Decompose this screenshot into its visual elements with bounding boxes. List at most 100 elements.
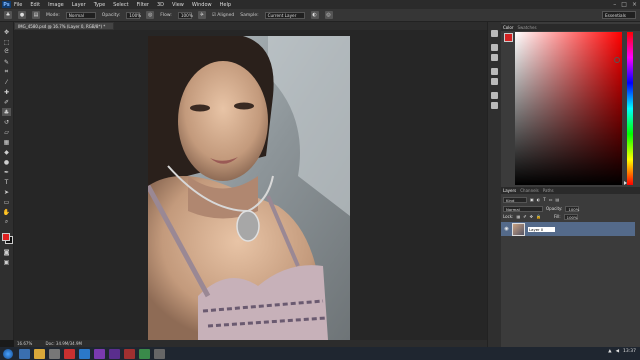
sample-select[interactable]: Current Layer <box>264 11 305 19</box>
menu-help[interactable]: Help <box>220 2 231 8</box>
lock-move-icon[interactable]: ✥ <box>530 214 533 219</box>
zoom-level[interactable]: 16.67% <box>17 341 32 346</box>
volume-icon[interactable]: ◀ <box>616 349 619 354</box>
clone-stamp-tool-icon[interactable]: ♣ <box>2 108 11 116</box>
brush-preset-icon[interactable]: ● <box>18 11 26 19</box>
eyedropper-tool-icon[interactable]: ⁄ <box>2 78 11 86</box>
hue-slider-marker[interactable] <box>624 181 627 185</box>
quick-mask-icon[interactable]: ◙ <box>2 248 11 256</box>
gradient-tool-icon[interactable]: ▦ <box>2 138 11 146</box>
pen-tool-icon[interactable]: ✒ <box>2 168 11 176</box>
layer-row[interactable]: ◉ Layer 0 <box>501 222 635 236</box>
photoshop-taskbar-icon[interactable] <box>79 348 90 359</box>
marquee-tool-icon[interactable]: ⬚ <box>2 38 11 46</box>
character-panel-icon[interactable] <box>491 68 498 75</box>
menu-filter[interactable]: Filter <box>137 2 149 8</box>
document-tab[interactable]: IMG_4580.psd @ 16.7% (Layer 0, RGB/8*) * <box>14 22 114 30</box>
menu-edit[interactable]: Edit <box>30 2 40 8</box>
pressure-size-icon[interactable]: ◎ <box>324 11 333 19</box>
ignore-adjustment-icon[interactable]: ◐ <box>310 11 319 19</box>
lock-brush-icon[interactable]: ✐ <box>523 214 526 219</box>
network-icon[interactable]: ▲ <box>608 349 611 354</box>
filter-type-icon[interactable]: T <box>543 197 545 202</box>
filter-shape-icon[interactable]: ▭ <box>549 197 553 202</box>
kind-filter-select[interactable]: Kind <box>503 196 527 203</box>
quick-select-tool-icon[interactable]: ✎ <box>2 58 11 66</box>
start-button-icon[interactable] <box>3 348 13 359</box>
type-tool-icon[interactable]: T <box>2 178 11 186</box>
menu-3d[interactable]: 3D <box>157 2 164 8</box>
filter-smart-icon[interactable]: ▤ <box>556 197 560 202</box>
brush-panel-icon[interactable] <box>491 92 498 99</box>
history-brush-tool-icon[interactable]: ↺ <box>2 118 11 126</box>
layer-name-field[interactable]: Layer 0 <box>528 226 555 232</box>
picker-foreground-swatch[interactable] <box>504 33 513 42</box>
foreground-color-swatch[interactable] <box>2 233 10 241</box>
minimize-icon[interactable]: – <box>613 1 616 8</box>
opacity-field[interactable]: 100% <box>126 11 141 19</box>
hand-tool-icon[interactable]: ✋ <box>2 208 11 216</box>
crop-tool-icon[interactable]: ⌗ <box>2 68 11 76</box>
paragraph-panel-icon[interactable] <box>491 78 498 85</box>
dodge-tool-icon[interactable]: ● <box>2 158 11 166</box>
screen-mode-icon[interactable]: ▣ <box>2 258 11 266</box>
fill-field[interactable]: 100% <box>563 213 578 220</box>
blend-mode-select[interactable]: Normal <box>503 205 543 212</box>
blur-tool-icon[interactable]: ◆ <box>2 148 11 156</box>
lock-all-icon[interactable]: 🔒 <box>536 214 541 219</box>
filter-adjust-icon[interactable]: ◐ <box>537 197 541 202</box>
aligned-checkbox[interactable]: ☑ Aligned <box>212 13 234 18</box>
app-icon[interactable] <box>139 348 150 359</box>
pressure-opacity-icon[interactable]: ◎ <box>146 11 155 19</box>
tab-swatches[interactable]: Swatches <box>517 25 536 30</box>
menu-file[interactable]: File <box>14 2 22 8</box>
layer-thumbnail[interactable] <box>512 222 525 236</box>
properties-panel-icon[interactable] <box>491 44 498 51</box>
menu-select[interactable]: Select <box>113 2 128 8</box>
clone-source-panel-icon[interactable] <box>491 102 498 109</box>
menu-layer[interactable]: Layer <box>72 2 86 8</box>
close-icon[interactable]: × <box>632 1 637 8</box>
history-panel-icon[interactable] <box>491 30 498 37</box>
explorer-icon[interactable] <box>34 348 45 359</box>
filter-pixel-icon[interactable]: ▣ <box>530 197 534 202</box>
lock-transparent-icon[interactable]: ▦ <box>516 214 520 219</box>
workspace-select[interactable]: Essentials <box>602 11 636 19</box>
brush-tool-icon[interactable]: ✐ <box>2 98 11 106</box>
media-icon[interactable] <box>49 348 60 359</box>
airbrush-icon[interactable]: ✈ <box>197 11 206 19</box>
premiere-icon[interactable] <box>94 348 105 359</box>
path-select-tool-icon[interactable]: ➤ <box>2 188 11 196</box>
tab-color[interactable]: Color <box>503 25 513 30</box>
healing-brush-tool-icon[interactable]: ✚ <box>2 88 11 96</box>
flow-field[interactable]: 100% <box>177 11 193 19</box>
menu-view[interactable]: View <box>172 2 184 8</box>
zoom-tool-icon[interactable]: ⌕ <box>2 218 11 226</box>
eraser-tool-icon[interactable]: ▱ <box>2 128 11 136</box>
adjustments-panel-icon[interactable] <box>491 54 498 61</box>
menu-window[interactable]: Window <box>192 2 212 8</box>
layer-opacity-field[interactable]: 100% <box>565 205 580 212</box>
color-saturation-field[interactable] <box>515 32 622 185</box>
tab-channels[interactable]: Channels <box>520 188 539 193</box>
clone-stamp-tool-icon[interactable]: ♣ <box>4 11 12 19</box>
acrobat-icon[interactable] <box>124 348 135 359</box>
brush-panel-icon[interactable]: ▤ <box>32 11 40 19</box>
ie-icon[interactable] <box>19 348 30 359</box>
shape-tool-icon[interactable]: ▭ <box>2 198 11 206</box>
after-effects-icon[interactable] <box>109 348 120 359</box>
hue-slider[interactable] <box>627 32 633 185</box>
visibility-eye-icon[interactable]: ◉ <box>503 226 510 232</box>
document-photo[interactable] <box>148 36 350 340</box>
move-tool-icon[interactable]: ✥ <box>2 28 11 36</box>
chrome-icon[interactable] <box>64 348 75 359</box>
menu-type[interactable]: Type <box>94 2 105 8</box>
misc-app-icon[interactable] <box>154 348 165 359</box>
color-picker-cursor[interactable] <box>614 57 620 63</box>
clock[interactable]: 13:37 <box>623 349 636 354</box>
mode-select[interactable]: Normal <box>65 11 96 19</box>
tab-layers[interactable]: Layers <box>503 188 516 193</box>
maximize-icon[interactable]: □ <box>621 1 627 8</box>
menu-image[interactable]: Image <box>48 2 64 8</box>
tab-paths[interactable]: Paths <box>543 188 554 193</box>
